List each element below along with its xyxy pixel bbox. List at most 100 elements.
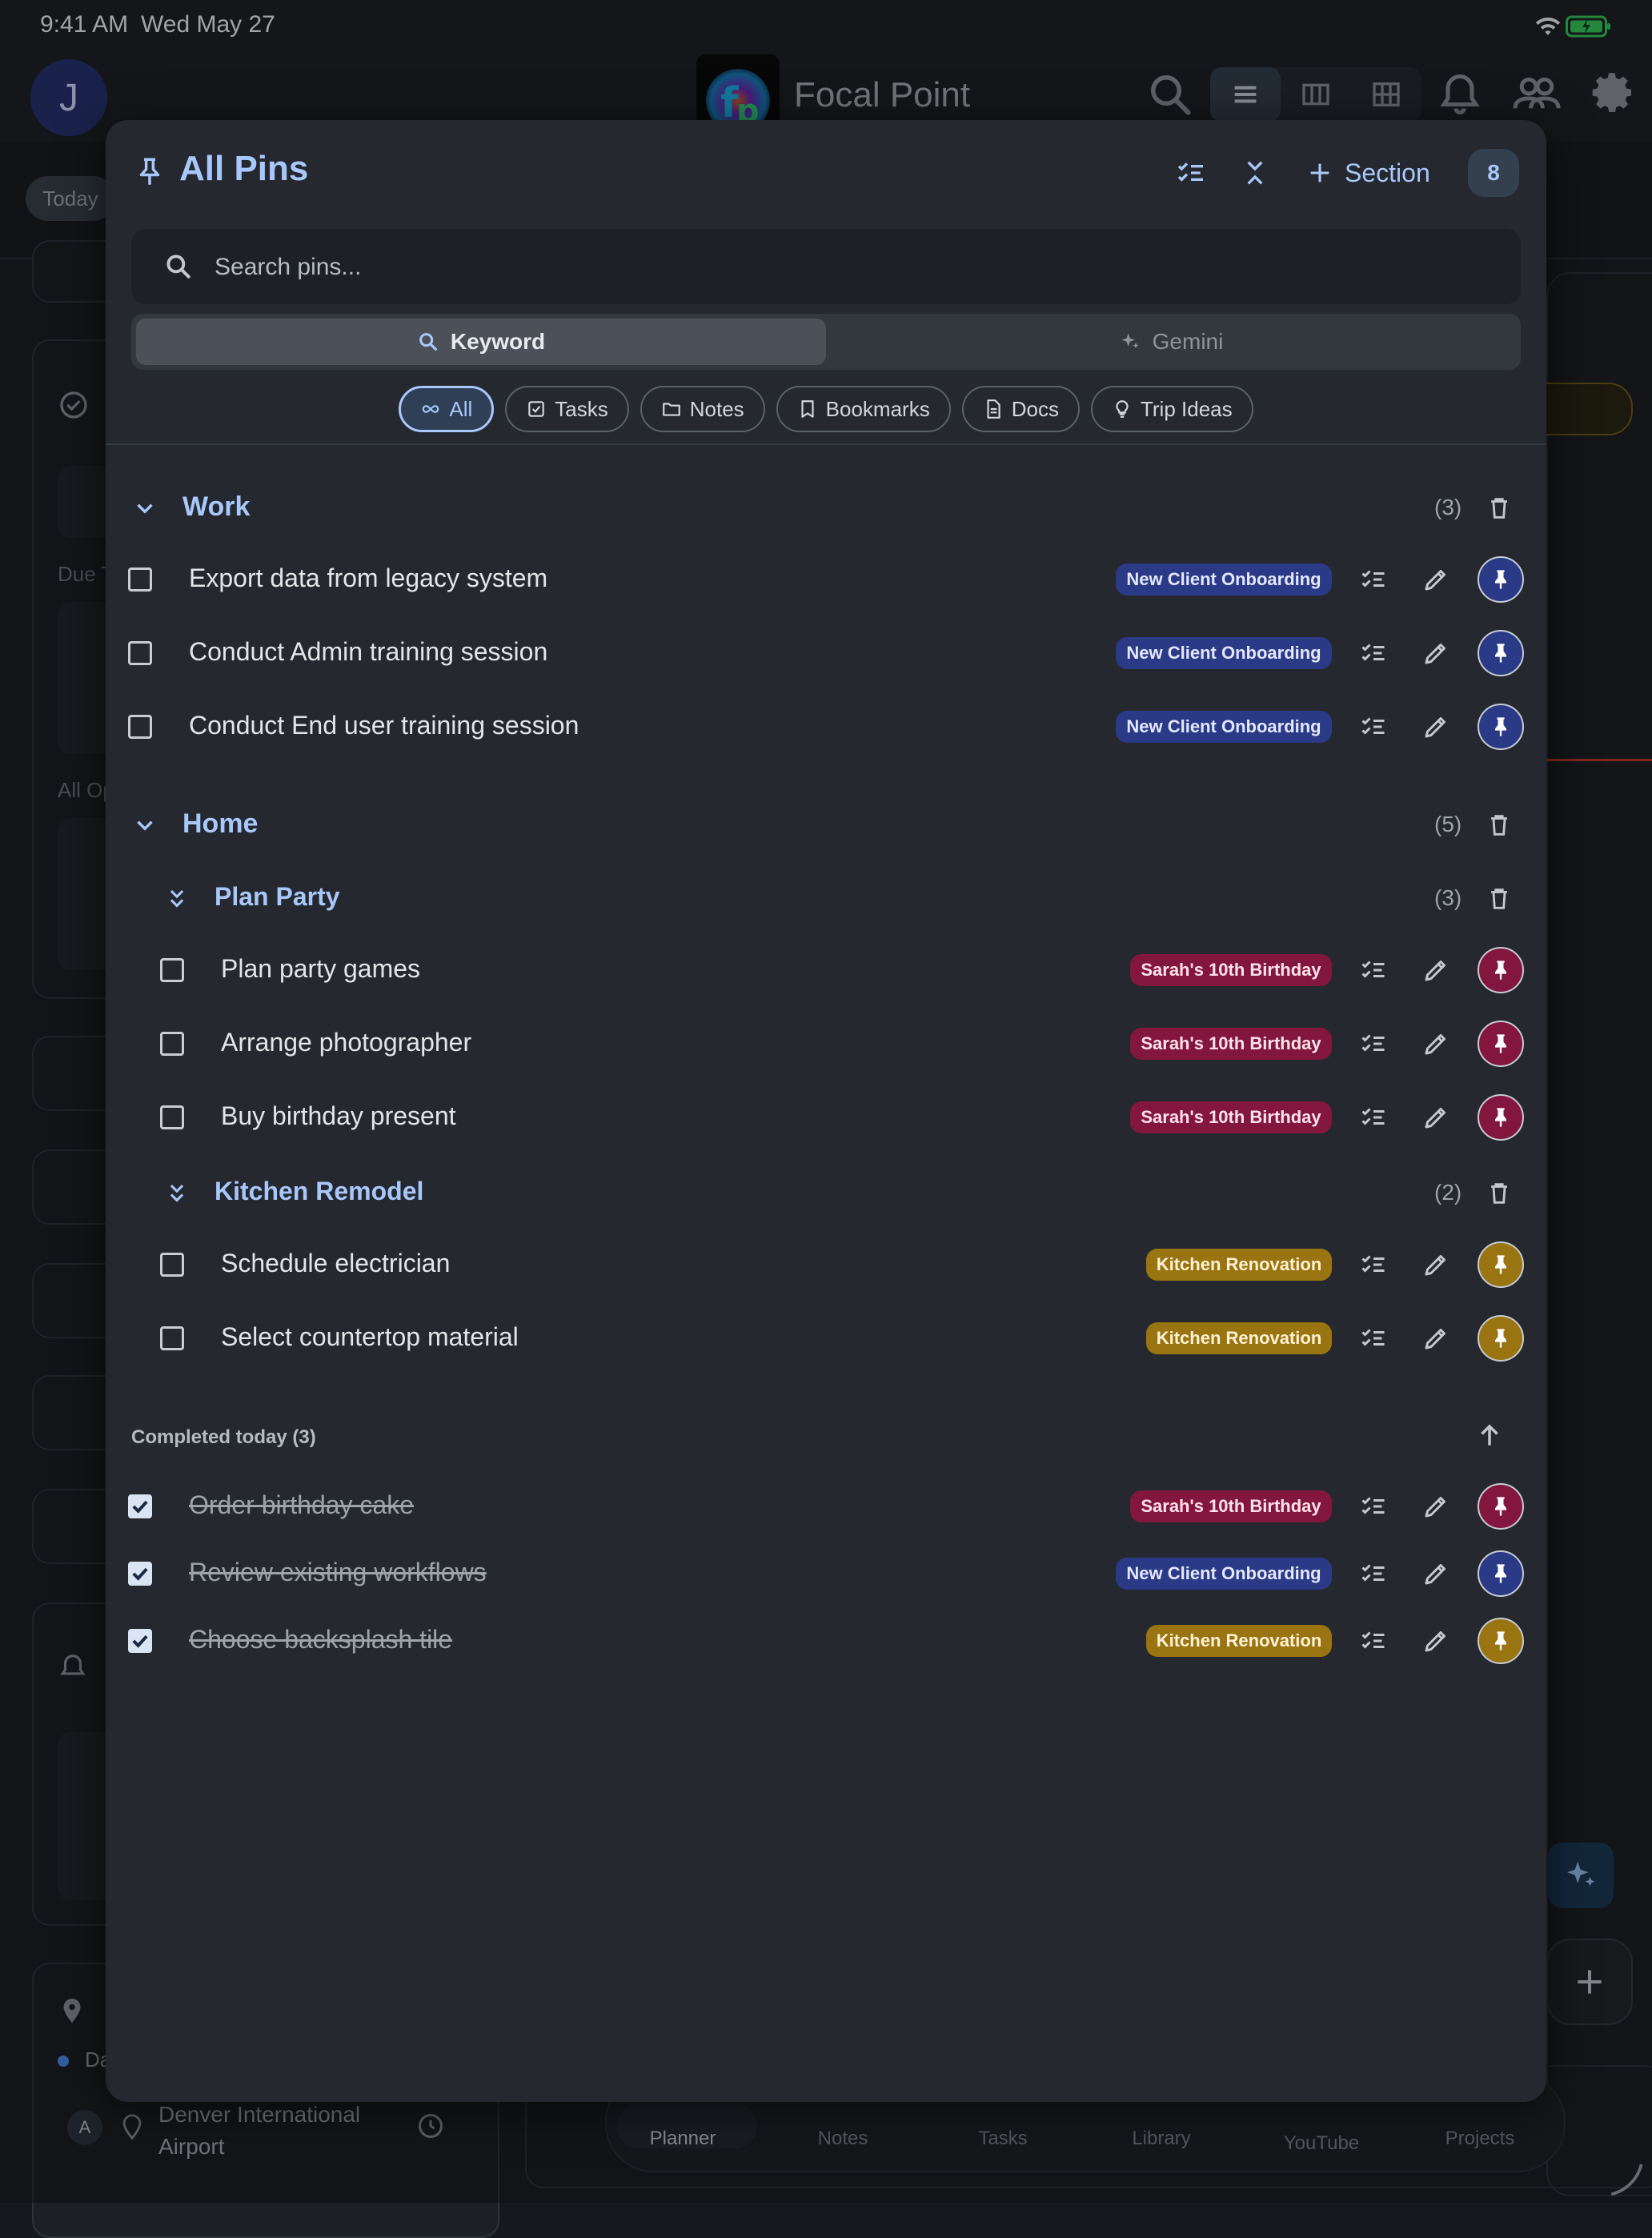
pin-row: Arrange photographer Sarah's 10th Birthd… [106, 1012, 1546, 1076]
chevron-down-icon[interactable] [131, 495, 158, 522]
edit-icon[interactable] [1421, 1492, 1450, 1521]
filter-chip-all[interactable]: All [399, 386, 495, 432]
task-checkbox-checked[interactable] [128, 1494, 152, 1518]
select-mode-button[interactable] [1170, 152, 1212, 194]
edit-icon[interactable] [1421, 639, 1450, 668]
filter-chips: All Tasks Notes Bookmarks Docs Trip Idea… [106, 386, 1546, 435]
project-tag[interactable]: New Client Onboarding [1116, 1558, 1332, 1590]
trash-icon[interactable] [1486, 1180, 1513, 1207]
project-tag[interactable]: Sarah's 10th Birthday [1130, 1028, 1332, 1060]
task-text-completed: Order birthday cake [189, 1490, 415, 1519]
filter-chip-notes[interactable]: Notes [640, 386, 765, 432]
unpin-button[interactable] [1478, 947, 1524, 993]
unpin-button[interactable] [1478, 1315, 1524, 1362]
unpin-button[interactable] [1478, 1094, 1524, 1141]
unpin-button[interactable] [1478, 1618, 1524, 1664]
task-checkbox[interactable] [128, 715, 152, 739]
search-input[interactable] [213, 242, 1497, 293]
edit-icon[interactable] [1421, 1324, 1450, 1353]
task-text: Conduct End user training session [189, 711, 579, 740]
task-checkbox-checked[interactable] [128, 1562, 152, 1586]
modal-title: All Pins [179, 149, 309, 188]
project-tag[interactable]: New Client Onboarding [1116, 564, 1332, 596]
task-checkbox[interactable] [160, 1253, 184, 1277]
bookmark-icon [801, 400, 814, 418]
collapse-icon[interactable] [163, 1180, 190, 1207]
checklist-icon[interactable] [1359, 1324, 1388, 1353]
checklist-icon[interactable] [1359, 956, 1388, 985]
plus-icon [1310, 163, 1329, 182]
completed-pin-row: Order birthday cake Sarah's 10th Birthda… [106, 1474, 1546, 1538]
section-title: Home [182, 808, 259, 839]
pin-filled-icon [1495, 1034, 1506, 1053]
project-tag[interactable]: New Client Onboarding [1116, 711, 1332, 743]
pin-row: Buy birthday present Sarah's 10th Birthd… [106, 1085, 1546, 1149]
task-text: Export data from legacy system [189, 564, 548, 592]
unpin-button[interactable] [1478, 556, 1524, 603]
task-checkbox[interactable] [160, 1326, 184, 1350]
chevron-down-icon[interactable] [131, 812, 158, 839]
section-header-home[interactable]: Home (5) [106, 797, 1546, 853]
subsection-header-kitchen-remodel[interactable]: Kitchen Remodel (2) [106, 1165, 1546, 1221]
pin-row: Plan party games Sarah's 10th Birthday [106, 938, 1546, 1002]
trash-icon[interactable] [1486, 885, 1513, 912]
trash-icon[interactable] [1486, 495, 1513, 522]
project-tag[interactable]: Sarah's 10th Birthday [1130, 954, 1332, 986]
keyword-mode-button[interactable]: Keyword [136, 319, 826, 365]
task-checkbox-checked[interactable] [128, 1629, 152, 1653]
trash-icon[interactable] [1486, 812, 1513, 839]
checklist-icon[interactable] [1359, 639, 1388, 668]
task-text: Arrange photographer [221, 1028, 472, 1057]
pin-filled-icon [1495, 1631, 1506, 1650]
unpin-button[interactable] [1478, 1483, 1524, 1530]
checklist-icon[interactable] [1359, 712, 1388, 741]
task-checkbox[interactable] [128, 641, 152, 665]
edit-icon[interactable] [1421, 956, 1450, 985]
checklist-icon[interactable] [1359, 1250, 1388, 1279]
edit-icon[interactable] [1421, 1559, 1450, 1588]
edit-icon[interactable] [1421, 1103, 1450, 1132]
project-tag[interactable]: New Client Onboarding [1116, 637, 1332, 669]
task-checkbox[interactable] [128, 568, 152, 592]
gemini-mode-button[interactable]: Gemini [826, 319, 1516, 365]
checklist-icon[interactable] [1359, 1103, 1388, 1132]
task-text: Buy birthday present [221, 1101, 456, 1130]
edit-icon[interactable] [1421, 565, 1450, 594]
checklist-icon[interactable] [1359, 1559, 1388, 1588]
filter-chip-docs[interactable]: Docs [961, 386, 1080, 432]
project-tag[interactable]: Kitchen Renovation [1146, 1625, 1332, 1657]
section-header-work[interactable]: Work (3) [106, 480, 1546, 536]
unpin-button[interactable] [1478, 1241, 1524, 1288]
add-section-button[interactable]: Section [1306, 152, 1430, 194]
project-tag[interactable]: Sarah's 10th Birthday [1130, 1490, 1332, 1522]
project-tag[interactable]: Sarah's 10th Birthday [1130, 1101, 1332, 1133]
checklist-icon[interactable] [1359, 1029, 1388, 1058]
arrow-up-icon[interactable] [1474, 1420, 1505, 1450]
search-icon [166, 255, 190, 279]
edit-icon[interactable] [1421, 1029, 1450, 1058]
section-count: (5) [1434, 812, 1462, 836]
task-checkbox[interactable] [160, 1105, 184, 1129]
project-tag[interactable]: Kitchen Renovation [1146, 1322, 1332, 1354]
subsection-header-plan-party[interactable]: Plan Party (3) [106, 871, 1546, 927]
unpin-button[interactable] [1478, 704, 1524, 750]
edit-icon[interactable] [1421, 1250, 1450, 1279]
checklist-icon[interactable] [1359, 1492, 1388, 1521]
project-tag[interactable]: Kitchen Renovation [1146, 1249, 1332, 1281]
edit-icon[interactable] [1421, 1626, 1450, 1655]
unpin-button[interactable] [1478, 1021, 1524, 1067]
task-checkbox[interactable] [160, 958, 184, 982]
checklist-icon[interactable] [1359, 1626, 1388, 1655]
checklist-icon[interactable] [1359, 565, 1388, 594]
unpin-button[interactable] [1478, 630, 1524, 676]
collapse-icon[interactable] [163, 885, 190, 912]
edit-icon[interactable] [1421, 712, 1450, 741]
collapse-all-button[interactable] [1234, 152, 1276, 194]
infinity-icon [423, 405, 439, 413]
task-checkbox[interactable] [160, 1032, 184, 1056]
filter-chip-bookmarks[interactable]: Bookmarks [776, 386, 951, 432]
unpin-button[interactable] [1478, 1550, 1524, 1597]
filter-chip-tasks[interactable]: Tasks [505, 386, 629, 432]
filter-chip-trip-ideas[interactable]: Trip Ideas [1090, 386, 1253, 432]
search-icon [419, 333, 437, 351]
